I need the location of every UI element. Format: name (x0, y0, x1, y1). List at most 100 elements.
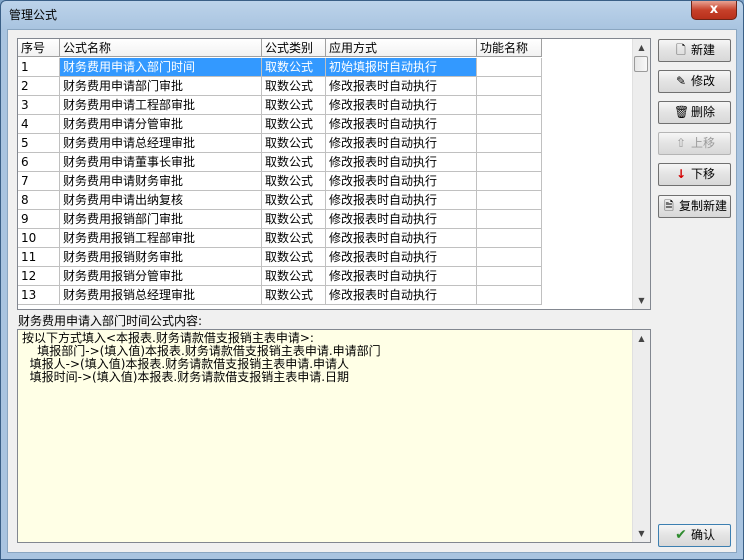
scroll-up-icon[interactable]: ▲ (633, 39, 650, 56)
column-header-index[interactable]: 序号 (18, 39, 60, 57)
table-row[interactable]: 1 财务费用申请入部门时间 取数公式 初始填报时自动执行 (18, 58, 634, 77)
row-index-cell: 5 (18, 134, 60, 153)
copy-new-button-label: 复制新建 (678, 199, 727, 213)
formula-content-box[interactable]: 按以下方式填入<本报表.财务请款借支报销主表申请>: 填报部门->(填入值)本报… (17, 329, 651, 543)
window-title: 管理公式 (9, 8, 58, 22)
row-mode-cell: 修改报表时自动执行 (326, 77, 477, 96)
row-index-cell: 9 (18, 210, 60, 229)
row-function-cell (477, 77, 542, 96)
column-header-function[interactable]: 功能名称 (477, 39, 542, 57)
scroll-up-icon[interactable]: ▲ (633, 330, 650, 347)
table-header: 序号 公式名称 公式类别 应用方式 功能名称 (18, 39, 634, 58)
row-index-cell: 4 (18, 115, 60, 134)
row-type-cell: 取数公式 (262, 248, 326, 267)
row-type-cell: 取数公式 (262, 134, 326, 153)
delete-button-label: 删除 (690, 105, 715, 119)
table-row[interactable]: 13 财务费用报销总经理审批 取数公式 修改报表时自动执行 (18, 286, 634, 305)
row-index-cell: 2 (18, 77, 60, 96)
row-function-cell (477, 248, 542, 267)
table-scrollbar[interactable]: ▲ ▼ (632, 39, 650, 309)
row-type-cell: 取数公式 (262, 286, 326, 305)
table-row[interactable]: 4 财务费用申请分管审批 取数公式 修改报表时自动执行 (18, 115, 634, 134)
move-up-button-label: 上移 (690, 136, 715, 150)
table-row[interactable]: 7 财务费用申请财务审批 取数公式 修改报表时自动执行 (18, 172, 634, 191)
check-icon: ✔ (675, 527, 687, 543)
row-name-cell: 财务费用报销分管审批 (60, 267, 262, 286)
new-button[interactable]: 🗋 新建 (658, 39, 731, 62)
column-header-type[interactable]: 公式类别 (262, 39, 326, 57)
row-function-cell (477, 134, 542, 153)
row-mode-cell: 修改报表时自动执行 (326, 267, 477, 286)
row-mode-cell: 修改报表时自动执行 (326, 191, 477, 210)
row-mode-cell: 初始填报时自动执行 (326, 58, 477, 77)
row-type-cell: 取数公式 (262, 115, 326, 134)
row-type-cell: 取数公式 (262, 172, 326, 191)
row-index-cell: 1 (18, 58, 60, 77)
table-row[interactable]: 6 财务费用申请董事长审批 取数公式 修改报表时自动执行 (18, 153, 634, 172)
row-index-cell: 11 (18, 248, 60, 267)
arrow-up-icon: ⇧ (675, 136, 687, 150)
row-index-cell: 13 (18, 286, 60, 305)
table-row[interactable]: 3 财务费用申请工程部审批 取数公式 修改报表时自动执行 (18, 96, 634, 115)
formula-content-text: 按以下方式填入<本报表.财务请款借支报销主表申请>: 填报部门->(填入值)本报… (22, 331, 381, 384)
row-function-cell (477, 153, 542, 172)
row-function-cell (477, 286, 542, 305)
arrow-down-icon: ↓ (675, 167, 687, 181)
row-type-cell: 取数公式 (262, 96, 326, 115)
edit-button[interactable]: ✎ 修改 (658, 70, 731, 93)
column-header-name[interactable]: 公式名称 (60, 39, 262, 57)
edit-icon: ✎ (675, 74, 687, 88)
row-name-cell: 财务费用报销部门审批 (60, 210, 262, 229)
row-type-cell: 取数公式 (262, 210, 326, 229)
row-mode-cell: 修改报表时自动执行 (326, 96, 477, 115)
row-mode-cell: 修改报表时自动执行 (326, 248, 477, 267)
new-button-label: 新建 (690, 43, 715, 57)
move-up-button[interactable]: ⇧ 上移 (658, 132, 731, 155)
close-button[interactable]: x (691, 1, 737, 20)
row-type-cell: 取数公式 (262, 229, 326, 248)
row-name-cell: 财务费用申请财务审批 (60, 172, 262, 191)
content-scrollbar[interactable]: ▲ ▼ (632, 330, 650, 542)
ok-button[interactable]: ✔ 确认 (658, 524, 731, 547)
table-row[interactable]: 11 财务费用报销财务审批 取数公式 修改报表时自动执行 (18, 248, 634, 267)
copy-new-button[interactable]: 🗎 复制新建 (658, 195, 731, 218)
move-down-button[interactable]: ↓ 下移 (658, 163, 731, 186)
row-type-cell: 取数公式 (262, 77, 326, 96)
table-row[interactable]: 2 财务费用申请部门审批 取数公式 修改报表时自动执行 (18, 77, 634, 96)
table-row[interactable]: 5 财务费用申请总经理审批 取数公式 修改报表时自动执行 (18, 134, 634, 153)
scroll-thumb[interactable] (634, 56, 648, 72)
row-name-cell: 财务费用申请工程部审批 (60, 96, 262, 115)
table-row[interactable]: 10 财务费用报销工程部审批 取数公式 修改报表时自动执行 (18, 229, 634, 248)
row-name-cell: 财务费用申请总经理审批 (60, 134, 262, 153)
row-name-cell: 财务费用申请入部门时间 (60, 58, 262, 77)
row-index-cell: 3 (18, 96, 60, 115)
dialog-client-area: 序号 公式名称 公式类别 应用方式 功能名称 1 财务费用申请入部门时间 取数公式初… (7, 29, 737, 553)
scroll-down-icon[interactable]: ▼ (633, 525, 650, 542)
row-name-cell: 财务费用申请出纳复核 (60, 191, 262, 210)
formula-content-label: 财务费用申请入部门时间公式内容: (18, 314, 203, 328)
trash-icon: 🗑 (673, 105, 690, 119)
ok-button-label: 确认 (690, 528, 715, 542)
move-down-button-label: 下移 (690, 167, 715, 181)
new-document-icon: 🗋 (676, 43, 686, 57)
row-mode-cell: 修改报表时自动执行 (326, 153, 477, 172)
scroll-down-icon[interactable]: ▼ (633, 292, 650, 309)
formula-table[interactable]: 序号 公式名称 公式类别 应用方式 功能名称 1 财务费用申请入部门时间 取数公式初… (17, 38, 651, 310)
row-name-cell: 财务费用报销工程部审批 (60, 229, 262, 248)
row-name-cell: 财务费用报销总经理审批 (60, 286, 262, 305)
row-type-cell: 取数公式 (262, 58, 326, 77)
copy-document-icon: 🗎 (664, 199, 674, 213)
row-name-cell: 财务费用申请分管审批 (60, 115, 262, 134)
row-name-cell: 财务费用申请董事长审批 (60, 153, 262, 172)
edit-button-label: 修改 (690, 74, 715, 88)
title-bar[interactable]: 管理公式 x (1, 1, 743, 29)
row-name-cell: 财务费用报销财务审批 (60, 248, 262, 267)
table-row[interactable]: 8 财务费用申请出纳复核 取数公式 修改报表时自动执行 (18, 191, 634, 210)
delete-button[interactable]: 🗑 删除 (658, 101, 731, 124)
table-row[interactable]: 9 财务费用报销部门审批 取数公式 修改报表时自动执行 (18, 210, 634, 229)
row-index-cell: 12 (18, 267, 60, 286)
table-row[interactable]: 12 财务费用报销分管审批 取数公式 修改报表时自动执行 (18, 267, 634, 286)
row-mode-cell: 修改报表时自动执行 (326, 115, 477, 134)
row-name-cell: 财务费用申请部门审批 (60, 77, 262, 96)
column-header-mode[interactable]: 应用方式 (326, 39, 477, 57)
